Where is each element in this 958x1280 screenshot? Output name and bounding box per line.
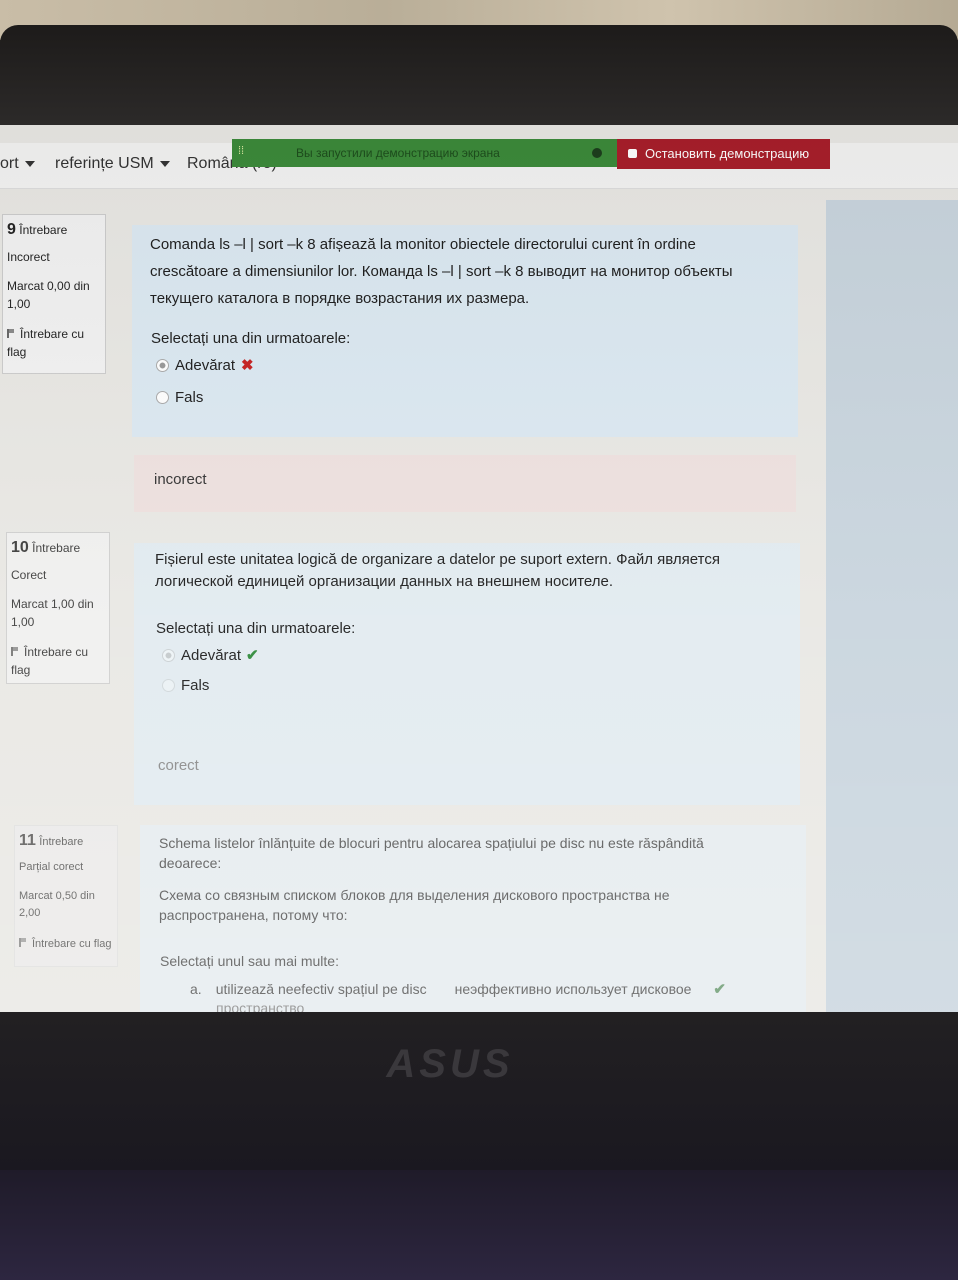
flag-label: Întrebare cu flag: [7, 327, 85, 359]
question-text-line: Fișierul este unitatea logică de organiz…: [155, 551, 720, 568]
question-state: Parțial corect: [19, 861, 84, 873]
question-text-line: Схема со связным списком блоков для выде…: [159, 887, 670, 903]
incorrect-icon: ✖: [241, 357, 254, 374]
question-content-11: Schema listelor înlănțuite de blocuri pe…: [140, 825, 806, 1012]
laptop-bezel-top: [0, 25, 958, 125]
answer-option-true[interactable]: Adevărat ✖: [156, 356, 254, 374]
correct-icon: ✔: [713, 981, 726, 998]
option-label: Adevărat: [175, 356, 236, 374]
question-grade: Marcat 0,00 din 1,00: [7, 279, 90, 311]
question-text-line: Comanda ls –l | sort –k 8 afișează la mo…: [150, 236, 696, 253]
question-text: Schema listelor înlănțuite de blocuri pe…: [159, 833, 704, 925]
option-label: Fals: [175, 389, 204, 406]
question-grade: Marcat 1,00 din 1,00: [11, 597, 94, 629]
flag-question-link[interactable]: Întrebare cu flag: [11, 643, 107, 679]
screen-share-notice: ⁞⁞ Вы запустили демонстрацию экрана: [232, 139, 617, 167]
drag-handle-icon[interactable]: ⁞⁞: [238, 145, 244, 157]
answer-prompt: Selectați una din urmatoarele:: [156, 620, 356, 637]
recording-dot-icon: [592, 148, 602, 158]
flag-label: Întrebare cu flag: [32, 938, 112, 950]
screen-share-text: Вы запустили демонстрацию экрана: [296, 146, 500, 160]
question-text: Comanda ls –l | sort –k 8 afișează la mo…: [150, 231, 733, 312]
answer-option-false[interactable]: Fals: [156, 389, 203, 406]
option-label: Fals: [181, 677, 210, 694]
laptop-logo: ASUS: [386, 1042, 514, 1086]
nav-item-references[interactable]: referințe USM: [55, 155, 170, 173]
radio-button[interactable]: [162, 679, 175, 692]
laptop-keyboard-edge: [0, 1170, 958, 1280]
option-label-ru: неэффективно использует дисковое: [454, 981, 692, 997]
chevron-down-icon: [24, 160, 35, 167]
question-content-10: Fișierul este unitatea logică de organiz…: [134, 543, 800, 805]
flag-question-link[interactable]: Întrebare cu flag: [7, 325, 103, 361]
question-info-9: 9 Întrebare Incorect Marcat 0,00 din 1,0…: [2, 214, 106, 374]
answer-option-a[interactable]: a. utilizează neefectiv spațiul pe disc …: [190, 980, 726, 998]
question-text-line: распространена, потому что:: [159, 907, 348, 923]
question-number: 10 Întrebare: [11, 539, 81, 556]
question-text-line: логической единицей организации данных н…: [155, 573, 614, 590]
answer-option-true[interactable]: Adevărat ✔: [162, 646, 259, 664]
flag-icon: [7, 329, 16, 338]
flag-question-link[interactable]: Întrebare cu flag: [19, 936, 115, 953]
stop-sharing-button[interactable]: Остановить демонстрацию: [617, 139, 830, 169]
answer-prompt: Selectați unul sau mai multe:: [160, 953, 339, 969]
answer-prompt: Selectați una din urmatoarele:: [151, 330, 351, 347]
question-text-line: deoarece:: [159, 855, 222, 871]
flag-icon: [11, 647, 20, 656]
correct-icon: ✔: [246, 647, 259, 664]
stop-sharing-label: Остановить демонстрацию: [645, 146, 810, 161]
laptop-screen: ort referințe USM Română (ro) ⁞⁞ Вы запу…: [0, 125, 958, 1012]
question-info-10: 10 Întrebare Corect Marcat 1,00 din 1,00…: [6, 532, 110, 684]
question-feedback-9: incorect: [134, 455, 796, 512]
feedback-text: incorect: [154, 471, 207, 488]
question-state: Corect: [11, 568, 47, 582]
flag-icon: [19, 938, 28, 947]
question-number: 9 Întrebare: [7, 221, 68, 238]
nav-item-label: ort: [0, 155, 19, 172]
question-state: Incorect: [7, 250, 50, 264]
question-text-line: текущего каталога в порядке возрастания …: [150, 290, 530, 307]
option-label: utilizează neefectiv spațiul pe disc: [215, 981, 427, 997]
question-number: 11 Întrebare: [19, 832, 84, 849]
chevron-down-icon: [159, 160, 170, 167]
option-label-ru-continued: пространство: [216, 1000, 305, 1012]
question-info-11: 11 Întrebare Parțial corect Marcat 0,50 …: [14, 825, 118, 967]
nav-item-label: referințe USM: [55, 155, 154, 172]
question-text: Fișierul este unitatea logică de organiz…: [155, 549, 720, 593]
flag-label: Întrebare cu flag: [11, 645, 89, 677]
answer-option-false[interactable]: Fals: [162, 677, 209, 694]
question-text-line: Schema listelor înlănțuite de blocuri pe…: [159, 835, 704, 851]
right-side-panel: [826, 200, 958, 1012]
stop-icon: [628, 149, 637, 158]
nav-item-sport[interactable]: ort: [0, 155, 35, 173]
question-text-line: crescătoare a dimensiunilor lor. Команда…: [150, 263, 733, 280]
radio-button[interactable]: [156, 391, 169, 404]
option-letter: a.: [190, 981, 202, 997]
feedback-text: corect: [158, 757, 199, 774]
radio-button[interactable]: [156, 358, 169, 372]
question-grade: Marcat 0,50 din 2,00: [19, 890, 95, 919]
question-content-9: Comanda ls –l | sort –k 8 afișează la mo…: [132, 225, 798, 437]
radio-button[interactable]: [162, 648, 175, 662]
option-label: Adevărat: [181, 646, 242, 664]
